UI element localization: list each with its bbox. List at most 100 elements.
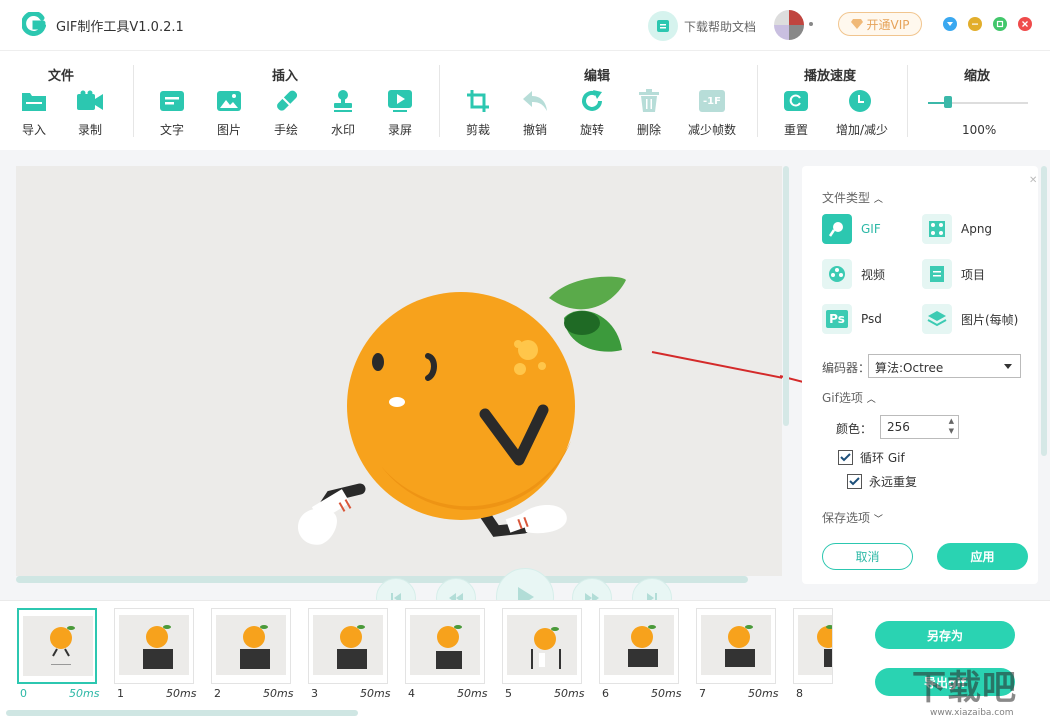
watermark-label: 水印 [330,123,355,137]
rotate-button[interactable]: 旋转 [568,89,616,138]
undo-button[interactable]: 撤销 [511,89,559,138]
speed-reset-button[interactable]: 重置 [772,89,820,138]
maximize-icon [996,20,1004,28]
file-type-apng[interactable]: Apng [922,214,992,244]
maximize-button[interactable] [993,17,1007,31]
canvas-vertical-scrollbar[interactable] [783,166,789,426]
group-title-insert: 插入 [272,69,299,84]
filmstrip-scrollbar[interactable] [6,710,358,716]
crop-button[interactable]: 剪裁 [454,89,502,138]
avatar[interactable] [774,10,804,40]
save-options-section-header[interactable]: 保存选项 ﹀ [822,509,883,526]
frame-preview [23,616,93,676]
frame-index: 4 [408,687,415,700]
file-type-gif-label: GIF [861,222,881,236]
record-label: 录制 [77,123,102,137]
file-type-video-label: 视频 [861,267,886,282]
delete-button[interactable]: 删除 [625,89,673,138]
undo-label: 撤销 [522,123,547,137]
minimize-button[interactable] [968,17,982,31]
screen-record-label: 录屏 [387,123,412,137]
frame-thumbnail-1[interactable] [114,608,194,684]
colors-input[interactable]: 256 ▲ ▼ [880,415,959,439]
help-doc-icon[interactable] [648,11,678,41]
zoom-slider-handle[interactable] [944,96,952,108]
frame-thumbnail-0[interactable] [17,608,97,684]
frame-duration[interactable]: 50ms [360,687,390,700]
loop-gif-checkbox[interactable]: 循环 Gif [838,449,905,466]
group-title-speed: 播放速度 [804,69,857,84]
undo-icon [521,89,549,113]
panel-scrollbar[interactable] [1041,166,1047,456]
psd-icon: Ps [822,304,852,334]
frame-index: 2 [214,687,221,700]
group-title-zoom: 缩放 [964,69,991,84]
group-title-file: 文件 [48,69,75,84]
frame-thumbnail-7[interactable] [696,608,776,684]
spin-down-icon[interactable]: ▼ [949,427,954,435]
cancel-button[interactable]: 取消 [822,543,913,570]
frame-index: 8 [796,687,803,700]
panel-close-icon[interactable]: ✕ [1029,175,1037,186]
file-type-project[interactable]: 项目 [922,259,985,289]
save-options-title: 保存选项 [822,511,871,525]
vip-button[interactable]: 开通VIP [838,12,922,36]
import-button[interactable]: 导入 [10,89,58,138]
frame-thumbnail-8[interactable] [793,608,833,684]
file-type-section-header[interactable]: 文件类型 ︿ [822,189,883,206]
frame-thumbnail-4[interactable] [405,608,485,684]
save-as-button[interactable]: 另存为 [875,621,1015,649]
colors-label: 颜色： [836,422,873,436]
gif-options-section-header[interactable]: Gif选项 ︿ [822,389,876,406]
feedback-button[interactable] [943,17,957,31]
file-type-gif[interactable]: GIF [822,214,881,244]
frame-thumbnail-3[interactable] [308,608,388,684]
frame-preview [507,615,577,675]
frame-thumbnail-5[interactable] [502,608,582,684]
insert-text-button[interactable]: 文字 [148,89,196,138]
help-doc-link[interactable]: 下载帮助文档 [684,18,756,35]
group-title-edit: 编辑 [584,69,611,84]
frame-thumbnail-2[interactable] [211,608,291,684]
file-type-image-per-frame[interactable]: 图片(每帧) [922,304,1018,334]
toolbar-divider [907,65,908,137]
frame-duration[interactable]: 50ms [748,687,778,700]
app-title: GIF制作工具V1.0.2.1 [56,20,184,35]
frame-duration[interactable]: 50ms [554,687,584,700]
speed-adjust-button[interactable]: 增加/减少 [836,89,888,138]
frame-duration[interactable]: 50ms [457,687,487,700]
chevron-down-icon: ﹀ [873,515,883,525]
delete-label: 删除 [636,123,661,137]
layers-icon [922,304,952,334]
insert-image-button[interactable]: 图片 [205,89,253,138]
frame-duration[interactable]: 50ms [166,687,196,700]
apply-button[interactable]: 应用 [937,543,1028,570]
frame-duration[interactable]: 50ms [651,687,681,700]
reduce-frames-label: 减少帧数 [688,123,737,137]
record-button[interactable]: 录制 [66,89,114,138]
close-button[interactable] [1018,17,1032,31]
frame-duration[interactable]: 50ms [69,687,99,700]
zoom-value: 100% [962,123,997,137]
screen-record-button[interactable]: 录屏 [376,89,424,138]
freehand-draw-button[interactable]: 手绘 [262,89,310,138]
frame-duration[interactable]: 50ms [263,687,293,700]
feedback-icon [947,22,953,26]
watermark-button[interactable]: 水印 [319,89,367,138]
file-type-video[interactable]: 视频 [822,259,885,289]
spin-up-icon[interactable]: ▲ [949,417,954,425]
avatar-dropdown-icon[interactable] [809,22,813,26]
frame-preview [313,615,383,675]
encoder-select[interactable]: 算法:Octree [868,354,1021,378]
repeat-forever-checkbox[interactable]: 永远重复 [847,473,917,490]
preview-canvas[interactable] [16,166,855,576]
file-type-psd[interactable]: Ps Psd [822,304,882,334]
checkbox-box [838,450,853,465]
frame-thumbnail-6[interactable] [599,608,679,684]
frame-preview [410,615,480,675]
minimize-icon [972,23,978,25]
frame-index: 7 [699,687,706,700]
file-type-apng-label: Apng [961,222,993,236]
reduce-frames-button[interactable]: -1F 减少帧数 [688,89,736,138]
toolbar-divider [439,65,440,137]
